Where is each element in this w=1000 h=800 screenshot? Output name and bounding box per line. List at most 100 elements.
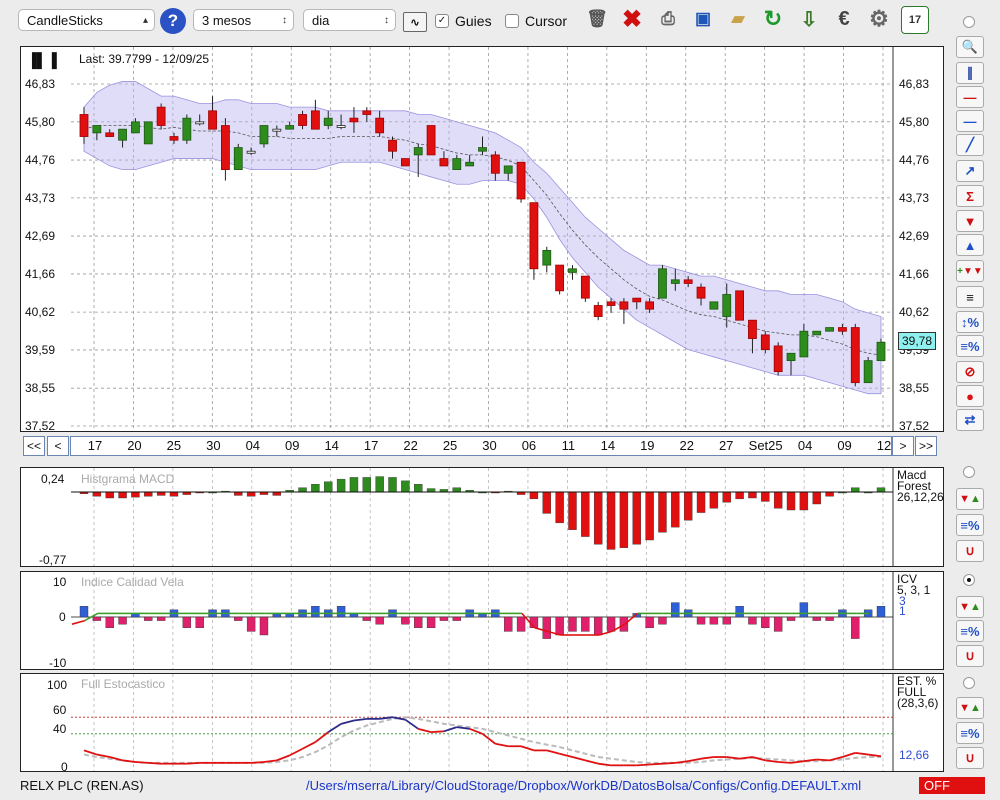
range-percent-tool[interactable]: ↕% [956, 311, 984, 333]
candle-body [709, 301, 719, 310]
period-select[interactable]: 3 mesos ↕ [193, 9, 294, 31]
nav-first-button[interactable]: << [23, 436, 45, 456]
nav-prev-button[interactable]: < [47, 436, 69, 456]
trash-icon[interactable]: 🗑 [584, 6, 610, 32]
macd-lines-tool[interactable]: ≡% [956, 514, 984, 536]
macd-curve-tool[interactable]: ∪ [956, 540, 984, 562]
stoch-curve-tool[interactable]: ∪ [956, 747, 984, 769]
horizontal-blue-line-tool[interactable]: — [956, 110, 984, 132]
candle-body [812, 330, 822, 336]
nav-last-button[interactable]: >> [915, 436, 937, 456]
chart-mode-icon[interactable]: ∿ [403, 12, 427, 32]
icv-bar [246, 616, 256, 632]
calendar-icon[interactable]: 17 [901, 6, 929, 34]
candle-body [118, 128, 127, 141]
icv-bar [735, 606, 744, 618]
macd-histogram-bar [773, 491, 783, 509]
sigma-icon: Σ [966, 188, 974, 204]
lines-percent-icon: ≡% [960, 338, 980, 354]
buy-signal-tool[interactable]: ▲ [956, 234, 984, 256]
icv-panel[interactable]: Indice Calidad Vela 10 0 -10 ICV 5, 3, 1… [20, 571, 944, 670]
record-tool[interactable]: ● [956, 385, 984, 407]
fibonacci-tool[interactable]: Σ [956, 185, 984, 207]
config-path[interactable]: /Users/mserra/Library/CloudStorage/Dropb… [306, 778, 861, 793]
main-panel-radio[interactable] [963, 16, 975, 28]
macd-histogram-bar [156, 491, 166, 496]
cursor-checkbox[interactable] [505, 14, 519, 28]
price-tick-label-left: 41,66 [25, 267, 55, 281]
clear-tool[interactable]: ⊘ [956, 361, 984, 383]
interval-select[interactable]: dia ↕ [303, 9, 396, 31]
macd-histogram-bar [169, 491, 179, 497]
date-axis-label: 14 [600, 438, 616, 453]
macd-panel-radio[interactable] [963, 466, 975, 478]
nav-next-button[interactable]: > [892, 436, 914, 456]
macd-histogram-bar [324, 481, 333, 493]
macd-histogram-bar [786, 491, 796, 511]
macd-histogram-bar [529, 491, 539, 500]
macd-panel[interactable]: Histgrama MACD 0,24 -0,77 Macd Forest 26… [20, 467, 944, 567]
help-button[interactable]: ? [160, 8, 186, 34]
stoch-k-line [481, 733, 496, 745]
zoom-tool[interactable]: 🔍 [956, 36, 984, 58]
candle-body [658, 268, 667, 299]
icv-bar [439, 616, 449, 621]
date-axis-label: 25 [166, 438, 182, 453]
trendline-tool[interactable]: ↗ [956, 160, 984, 182]
off-status-badge[interactable]: OFF [919, 777, 985, 794]
date-axis-label: 12 [876, 438, 892, 453]
icv-bar [799, 602, 809, 618]
macd-histogram-bar [92, 491, 102, 497]
candle-body [323, 117, 333, 126]
icv-bar [568, 616, 577, 632]
download-icon[interactable]: ⇩ [796, 6, 822, 32]
candle-body [92, 125, 102, 134]
candle-body [683, 279, 693, 284]
delete-icon[interactable]: ✖ [619, 6, 645, 33]
refresh-icon[interactable]: ↻ [760, 6, 786, 32]
icv-bar [581, 616, 590, 632]
open-folder-icon[interactable]: ▰ [725, 6, 751, 32]
price-tick-label-left: 39,59 [25, 343, 55, 357]
sell-signal-tool[interactable]: ▼ [956, 210, 984, 232]
macd-y-top: 0,24 [41, 472, 65, 486]
macd-signals-tool[interactable]: ▼▲ [956, 488, 984, 510]
channel-tool[interactable]: ╱ [956, 134, 984, 156]
symbol-label: RELX PLC (REN.AS) [20, 778, 144, 793]
macd-histogram-bar [298, 487, 307, 493]
candle-body [825, 327, 834, 332]
euro-icon[interactable]: € [831, 6, 857, 32]
icv-curve-tool[interactable]: ∪ [956, 645, 984, 667]
candle-body [336, 125, 346, 128]
icv-y-top: 10 [53, 575, 67, 589]
chart-type-select[interactable]: CandleSticks ▴ [18, 9, 155, 31]
signals-tool[interactable]: +▼▼ [956, 260, 984, 282]
save-icon[interactable]: ▣ [690, 6, 716, 32]
icv-lines-tool[interactable]: ≡% [956, 620, 984, 642]
stoch-panel-radio[interactable] [963, 677, 975, 689]
grid-lines-tool[interactable]: ≡ [956, 286, 984, 308]
gear-icon[interactable]: ⚙ [866, 6, 892, 32]
horizontal-red-line-tool[interactable]: — [956, 86, 984, 108]
blue-line-icon: — [963, 113, 977, 129]
guides-checkbox[interactable]: ✓ [435, 14, 449, 28]
macd-histogram-bar [246, 491, 256, 497]
price-panel[interactable]: 46,83 46,83 45,80 45,80 44,76 44,76 43,73 43,73… [20, 46, 944, 432]
curve-icon: ∪ [965, 543, 975, 558]
stoch-k-line [135, 761, 149, 764]
candle-body [233, 147, 243, 170]
icv-signals-tool[interactable]: ▼▲ [956, 596, 984, 618]
lines-percent-tool[interactable]: ≡% [956, 335, 984, 357]
print-icon[interactable]: ⎙ [655, 6, 681, 32]
icv-panel-radio[interactable] [963, 574, 975, 586]
stoch-panel[interactable]: Full Estocastico 100 60 40 0 EST. % FULL… [20, 673, 944, 774]
price-tick-label-right: 40,62 [899, 305, 929, 319]
stoch-signals-tool[interactable]: ▼▲ [956, 697, 984, 719]
stoch-k-line [842, 752, 856, 758]
bars-icon: ▐▌▐ [27, 52, 57, 68]
swap-tool[interactable]: ⇄ [956, 409, 984, 431]
candle-tool[interactable]: ∥ [956, 62, 984, 84]
icv-bar [516, 616, 526, 632]
signals-icon: ▼▲ [959, 702, 981, 714]
stoch-lines-tool[interactable]: ≡% [956, 722, 984, 744]
